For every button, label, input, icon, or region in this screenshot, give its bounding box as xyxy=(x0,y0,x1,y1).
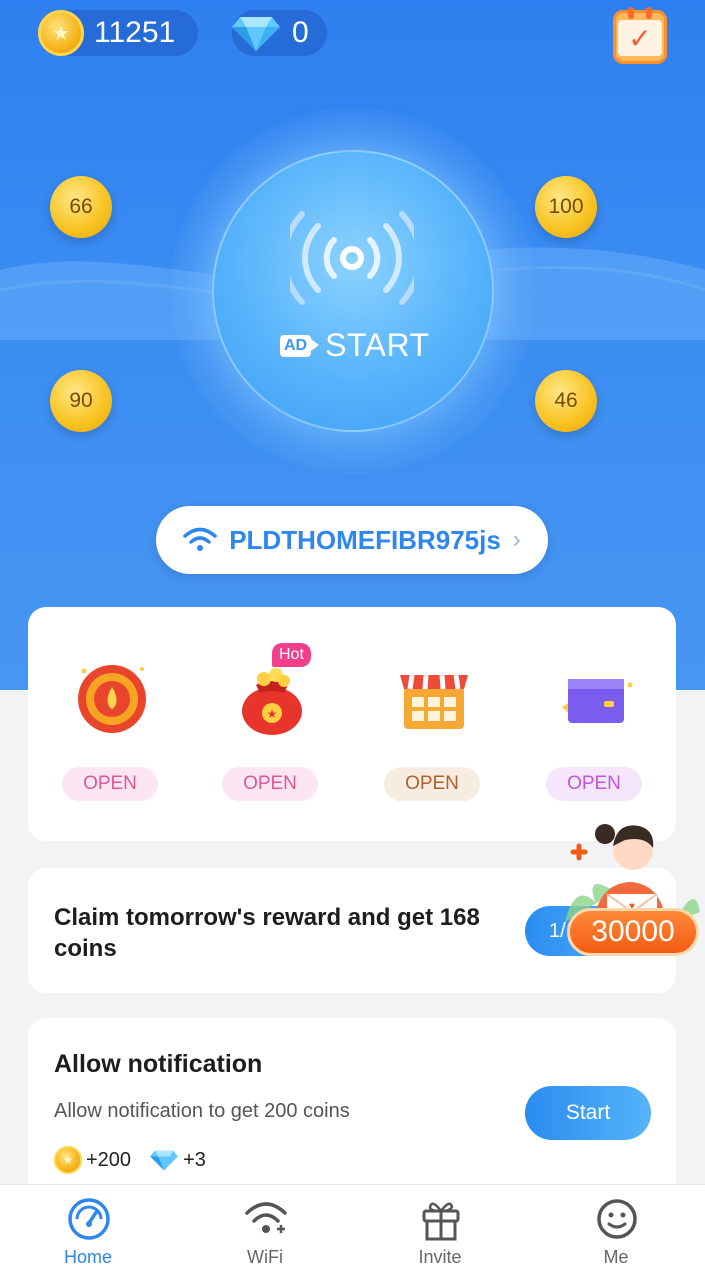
calendar-check-icon: ✓ xyxy=(618,20,662,56)
gem-balance-value: 0 xyxy=(292,16,309,49)
wifi-network-name: PLDTHOMEFIBR975js xyxy=(229,524,501,555)
wifi-icon xyxy=(183,527,217,551)
tool-mystery-box[interactable]: OPEN xyxy=(546,607,646,841)
nav-home-label: Home xyxy=(63,1247,112,1267)
open-button[interactable]: OPEN xyxy=(546,767,642,801)
ad-badge: AD xyxy=(280,334,320,357)
gem-reward-value: +3 xyxy=(183,1148,206,1171)
floating-coin-bubble[interactable]: 100 xyxy=(535,176,597,238)
nav-invite-label: Invite xyxy=(418,1247,462,1267)
wifi-network-selector[interactable]: PLDTHOMEFIBR975js › xyxy=(156,506,548,574)
gift-icon xyxy=(422,1202,460,1241)
svg-text:★: ★ xyxy=(267,707,278,721)
diamond-icon xyxy=(150,1150,178,1171)
tool-shop-stall[interactable]: OPEN xyxy=(384,607,484,841)
notification-start-button[interactable]: Start xyxy=(525,1086,651,1140)
spin-wheel-icon xyxy=(78,665,146,733)
notification-title: Allow notification xyxy=(54,1050,263,1078)
notification-rewards: ★ +200 +3 xyxy=(54,1146,206,1174)
chevron-right-icon: › xyxy=(512,526,521,553)
shop-stall-icon xyxy=(400,674,468,729)
bottom-navigation: Home WiFi Invite Me xyxy=(0,1184,705,1280)
allow-notification-card: Allow notification Allow notification to… xyxy=(28,1018,676,1198)
gem-balance[interactable]: 0 xyxy=(232,10,327,56)
hot-badge: Hot xyxy=(272,643,311,667)
claim-reward-text: Claim tomorrow's reward and get 168 coin… xyxy=(54,904,480,962)
coin-reward-value: +200 xyxy=(86,1148,132,1171)
open-button[interactable]: OPEN xyxy=(222,767,318,801)
start-label: START xyxy=(325,327,430,363)
open-button[interactable]: OPEN xyxy=(384,767,480,801)
nav-invite[interactable]: Invite xyxy=(380,1185,500,1280)
smiley-icon xyxy=(597,1199,637,1239)
floating-coin-bubble[interactable]: 46 xyxy=(535,370,597,432)
wifi-icon xyxy=(245,1202,287,1233)
diamond-icon xyxy=(232,17,280,51)
start-button[interactable]: AD START xyxy=(280,327,430,364)
nav-home[interactable]: Home xyxy=(28,1185,148,1280)
tools-card: OPEN Hot ★ OPEN OPEN OPEN xyxy=(28,607,676,841)
nav-me[interactable]: Me xyxy=(556,1185,676,1280)
coin-balance[interactable]: ★ 11251 xyxy=(38,10,198,56)
coin-balance-value: 11251 xyxy=(94,16,176,49)
open-button[interactable]: OPEN xyxy=(62,767,158,801)
hero-background: ★ 11251 0 ✓ AD START 66 100 90 46 PLDTHO… xyxy=(0,0,705,690)
floating-coin-bubble[interactable]: 90 xyxy=(50,370,112,432)
signal-broadcast-icon xyxy=(290,211,414,305)
floating-coin-bubble[interactable]: 66 xyxy=(50,176,112,238)
daily-checkin-button[interactable]: ✓ xyxy=(613,7,667,64)
nav-me-label: Me xyxy=(603,1247,629,1267)
nav-wifi[interactable]: WiFi xyxy=(205,1185,325,1280)
coin-icon: ★ xyxy=(38,10,84,56)
promo-amount-badge[interactable]: 30000 xyxy=(567,908,699,956)
speedometer-icon xyxy=(68,1198,110,1240)
notification-description: Allow notification to get 200 coins xyxy=(54,1100,350,1122)
tool-lucky-bag[interactable]: Hot ★ OPEN xyxy=(222,607,322,841)
mystery-box-icon xyxy=(562,679,633,723)
tool-spin-wheel[interactable]: OPEN xyxy=(62,607,162,841)
lucky-bag-icon: ★ xyxy=(242,668,302,735)
coin-icon: ★ xyxy=(54,1146,82,1174)
nav-wifi-label: WiFi xyxy=(247,1247,283,1267)
